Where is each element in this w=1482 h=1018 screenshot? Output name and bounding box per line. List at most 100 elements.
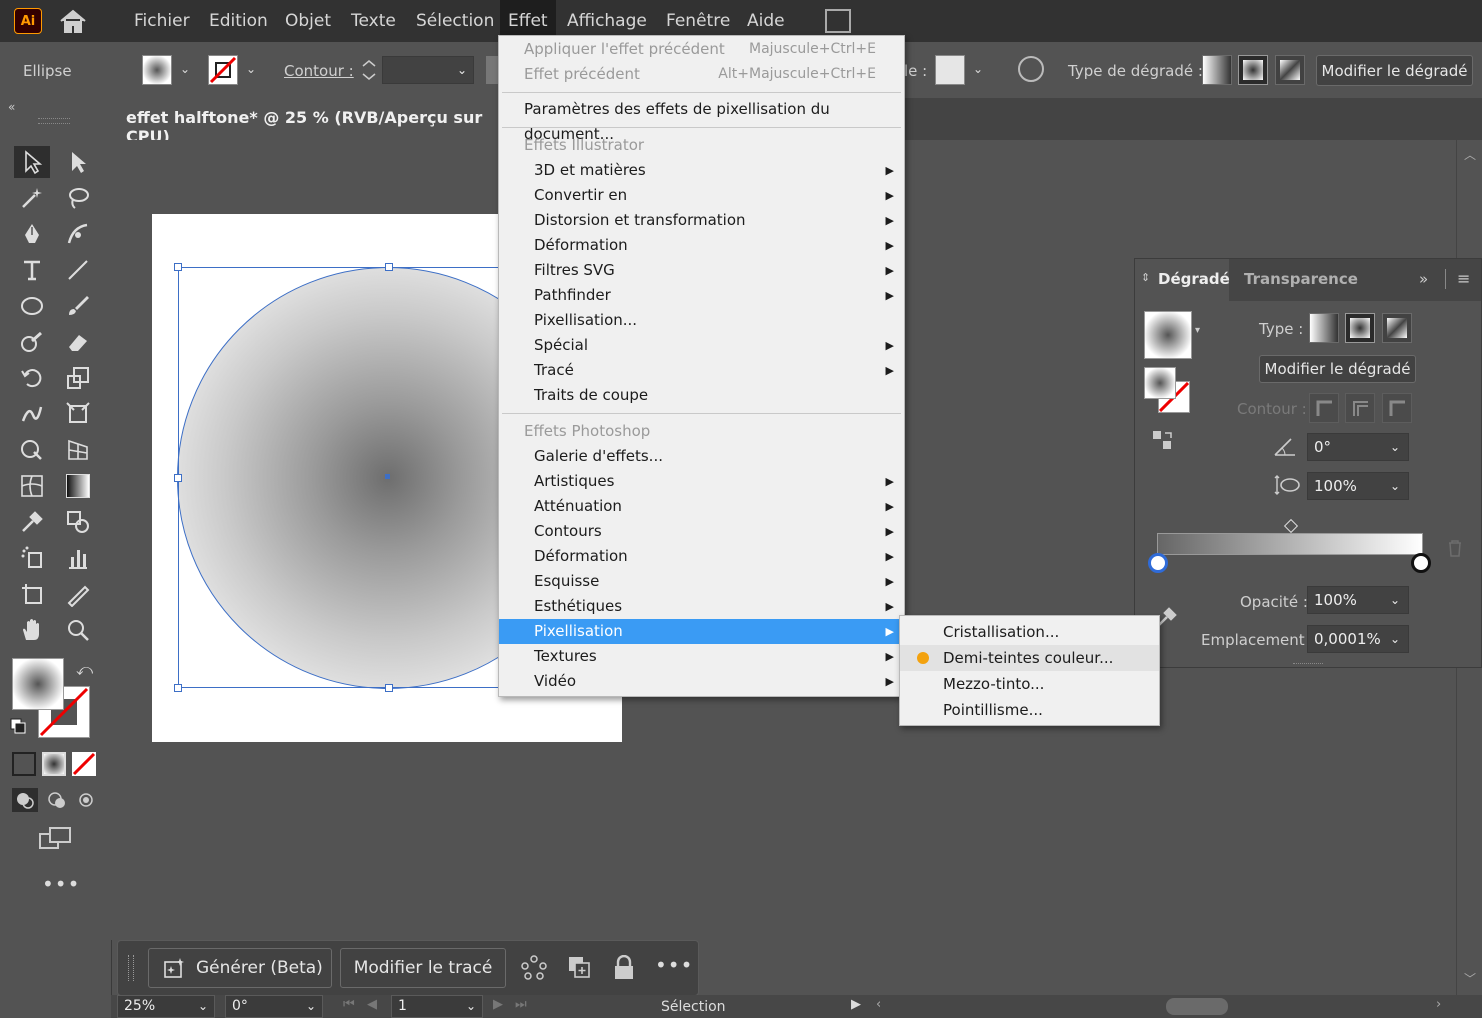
curvature-tool-icon[interactable] <box>60 218 96 250</box>
horizontal-scroll-thumb[interactable] <box>1166 998 1228 1015</box>
freeform-gradient-button[interactable] <box>1275 55 1305 85</box>
eyedropper-tool-icon[interactable] <box>14 506 50 538</box>
menu-item-distorsion[interactable]: Distorsion et transformation ▶ <box>499 208 904 233</box>
scroll-up-icon[interactable]: ︿ <box>1464 146 1476 163</box>
lasso-tool-icon[interactable] <box>60 182 96 214</box>
chevron-down-icon[interactable]: ⌄ <box>1390 440 1400 454</box>
artboard-select[interactable]: 1 ⌄ <box>391 995 483 1018</box>
lock-icon[interactable] <box>612 954 636 981</box>
menu-item-pathfinder[interactable]: Pathfinder ▶ <box>499 283 904 308</box>
chevron-down-icon[interactable]: ⌄ <box>1390 593 1400 607</box>
first-artboard-icon[interactable]: ⏮ <box>343 997 355 1012</box>
selection-tool-icon[interactable] <box>14 146 50 178</box>
gradient-stop-right[interactable] <box>1411 553 1431 573</box>
perspective-grid-tool-icon[interactable] <box>60 434 96 466</box>
menu-item-galerie[interactable]: Galerie d'effets... <box>499 444 904 469</box>
gradient-preview-swatch[interactable] <box>1144 311 1192 359</box>
handle-middle-left[interactable] <box>174 474 182 482</box>
menu-item-last-effect[interactable]: Effet précédent Alt+Majuscule+Ctrl+E <box>499 62 904 87</box>
recolor-artwork-icon[interactable] <box>521 955 547 981</box>
menu-objet[interactable]: Objet <box>285 0 331 42</box>
scroll-left-icon[interactable]: ‹ <box>876 997 881 1012</box>
warp-tool-icon[interactable] <box>14 398 50 430</box>
scroll-down-icon[interactable]: ﹀ <box>1464 970 1476 987</box>
column-graph-tool-icon[interactable] <box>60 542 96 574</box>
panel-linear-gradient-button[interactable] <box>1309 313 1339 343</box>
gradient-preset-chevron-icon[interactable]: ▾ <box>1195 325 1200 336</box>
menu-selection[interactable]: Sélection <box>416 0 494 42</box>
status-menu-arrow-icon[interactable]: ▶ <box>851 997 861 1012</box>
menu-item-video[interactable]: Vidéo ▶ <box>499 669 904 694</box>
angle-input[interactable]: 0° ⌄ <box>1307 433 1409 461</box>
previous-artboard-icon[interactable]: ◀ <box>367 997 377 1012</box>
menu-edition[interactable]: Edition <box>209 0 268 42</box>
fill-dropdown-chevron-icon[interactable]: ⌄ <box>180 62 190 76</box>
toolbar-grip[interactable] <box>38 118 70 124</box>
menu-item-traits-de-coupe[interactable]: Traits de coupe <box>499 383 904 408</box>
chevron-down-icon[interactable]: ⌄ <box>1390 479 1400 493</box>
linear-gradient-button[interactable] <box>1202 55 1232 85</box>
blend-tool-icon[interactable] <box>60 506 96 538</box>
menu-item-convertir[interactable]: Convertir en ▶ <box>499 183 904 208</box>
submenu-item-mezzo-tinto[interactable]: Mezzo-tinto... <box>900 671 1159 697</box>
menu-item-textures[interactable]: Textures ▶ <box>499 644 904 669</box>
menu-item-attenuation[interactable]: Atténuation ▶ <box>499 494 904 519</box>
menu-item-pixellisation-ai[interactable]: Pixellisation... <box>499 308 904 333</box>
collapse-toolbar-icon[interactable]: « <box>8 100 15 114</box>
menu-fichier[interactable]: Fichier <box>134 0 190 42</box>
panel-collapse-icon[interactable]: ⇕ <box>1141 271 1150 284</box>
taskbar-grip[interactable] <box>128 955 134 981</box>
ellipse-tool-icon[interactable] <box>14 290 50 322</box>
more-tools-icon[interactable]: ••• <box>42 872 80 896</box>
style-swatch[interactable] <box>935 55 965 85</box>
panel-menu-icon[interactable]: ≡ <box>1457 269 1470 288</box>
midpoint-diamond-icon[interactable] <box>1283 518 1299 534</box>
panel-freeform-gradient-button[interactable] <box>1382 313 1412 343</box>
type-tool-icon[interactable] <box>14 254 50 286</box>
menu-item-filtres-svg[interactable]: Filtres SVG ▶ <box>499 258 904 283</box>
free-transform-tool-icon[interactable] <box>60 398 96 430</box>
recolor-icon[interactable] <box>1018 56 1044 82</box>
aspect-ratio-input[interactable]: 100% ⌄ <box>1307 472 1409 500</box>
line-tool-icon[interactable] <box>60 254 96 286</box>
zoom-select[interactable]: 25% ⌄ <box>117 995 215 1018</box>
fill-swatch[interactable] <box>142 55 172 85</box>
menu-item-special[interactable]: Spécial ▶ <box>499 333 904 358</box>
stroke-across-button[interactable] <box>1382 393 1412 423</box>
panel-expand-icon[interactable]: » <box>1419 270 1428 288</box>
gradient-stop-left[interactable] <box>1148 553 1168 573</box>
menu-item-esquisse[interactable]: Esquisse ▶ <box>499 569 904 594</box>
draw-inside-icon[interactable] <box>74 788 100 812</box>
duplicate-icon[interactable] <box>567 955 593 981</box>
screen-mode-icon[interactable] <box>38 826 74 850</box>
handle-top-center[interactable] <box>385 263 393 271</box>
stroke-dropdown-chevron-icon[interactable]: ⌄ <box>246 62 256 76</box>
hand-tool-icon[interactable] <box>14 614 50 646</box>
direct-selection-tool-icon[interactable] <box>60 146 96 178</box>
tab-degrade[interactable]: ⇕ Dégradé <box>1135 259 1230 301</box>
mesh-tool-icon[interactable] <box>14 470 50 502</box>
swap-fill-stroke-icon[interactable]: ⤺ <box>76 660 93 680</box>
handle-bottom-left[interactable] <box>174 684 182 692</box>
tab-transparence[interactable]: Transparence <box>1244 270 1358 288</box>
submenu-item-pointillisme[interactable]: Pointillisme... <box>900 697 1159 723</box>
location-input[interactable]: 0,0001% ⌄ <box>1307 625 1409 653</box>
slice-tool-icon[interactable] <box>60 578 96 610</box>
menu-item-deformation-ps[interactable]: Déformation ▶ <box>499 544 904 569</box>
fill-color-swatch[interactable] <box>12 658 64 710</box>
scroll-right-icon[interactable]: › <box>1436 997 1441 1012</box>
gradient-slider[interactable] <box>1157 533 1423 555</box>
stroke-stepper[interactable] <box>358 56 380 84</box>
shape-builder-tool-icon[interactable] <box>14 434 50 466</box>
style-dropdown-chevron-icon[interactable]: ⌄ <box>973 62 983 76</box>
stroke-within-button[interactable] <box>1309 393 1339 423</box>
stroke-swatch[interactable] <box>208 55 238 85</box>
chevron-down-icon[interactable]: ⌄ <box>1390 632 1400 646</box>
more-options-icon[interactable]: ••• <box>655 953 693 977</box>
menu-item-raster-settings[interactable]: Paramètres des effets de pixellisation d… <box>499 97 904 143</box>
none-mode-icon[interactable] <box>72 752 96 776</box>
last-artboard-icon[interactable]: ⏭ <box>515 997 527 1012</box>
handle-bottom-center[interactable] <box>385 684 393 692</box>
handle-top-left[interactable] <box>174 263 182 271</box>
menu-item-contours[interactable]: Contours ▶ <box>499 519 904 544</box>
